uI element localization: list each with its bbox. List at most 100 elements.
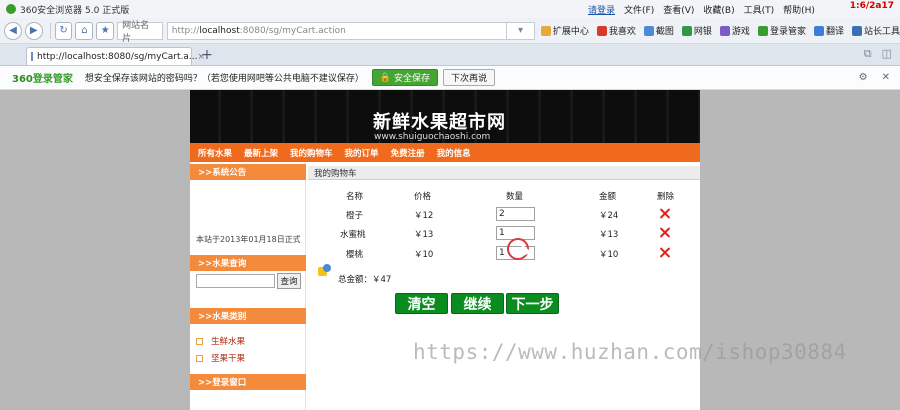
watermark: https://www.huzhan.com/ishop30884 <box>413 340 847 364</box>
row-amount: ￥13 <box>599 230 619 240</box>
checkbox-icon <box>196 337 203 345</box>
key-icon <box>757 25 768 36</box>
row-amount: ￥10 <box>599 250 619 260</box>
trash-icon[interactable]: ◫ <box>882 47 892 61</box>
password-save-bar: 360登录管家 想安全保存该网站的密码吗？（若您使用网吧等公共电脑不建议保存） … <box>0 66 900 90</box>
bank-icon <box>681 25 692 36</box>
delete-x-icon[interactable] <box>659 208 670 219</box>
webmaster-icon <box>851 25 862 36</box>
translate-icon <box>813 25 824 36</box>
cart-panel: 我的购物车 名称 价格 数量 金额 删除 橙子 ￥12 2 ￥24 水蜜桃 ￥1… <box>308 162 700 410</box>
save-later-button[interactable]: 下次再说 <box>442 69 495 86</box>
extension-icon <box>540 25 551 36</box>
clock-readout: 1:6/2a17 <box>849 1 894 11</box>
home-icon[interactable]: ⌂ <box>75 21 94 40</box>
site-nav: 所有水果 最新上架 我的购物车 我的订单 免费注册 我的信息 <box>190 143 700 162</box>
save-password-prompt: 想安全保存该网站的密码吗？（若您使用网吧等公共电脑不建议保存） <box>84 74 364 84</box>
toolbar-translate[interactable]: 翻译 <box>813 24 844 37</box>
address-bar[interactable]: http://localhost:8080/sg/myCart.action <box>166 21 508 40</box>
next-step-button[interactable]: 下一步 <box>506 293 559 314</box>
login-manager-brand: 360登录管家 <box>12 74 73 85</box>
toolbar-likes[interactable]: 我喜欢 <box>596 24 636 37</box>
menu-file[interactable]: 文件(F) <box>624 3 654 16</box>
category-item[interactable]: 坚果干果 <box>196 352 245 364</box>
menu-login-link[interactable]: 请登录 <box>588 3 615 16</box>
clear-cart-button[interactable]: 清空 <box>395 293 448 314</box>
back-arrow-icon[interactable]: ◀ <box>4 21 22 40</box>
tab-strip: http://localhost:8080/sg/myCart.a... × +… <box>0 44 900 66</box>
notice-heading: >>系统公告 <box>190 164 306 180</box>
restore-window-icon[interactable]: ⧉ <box>864 47 872 61</box>
qty-input[interactable]: 2 <box>496 207 535 221</box>
site-banner: 新鲜水果超市网 www.shuiguochaoshi.com <box>190 90 700 143</box>
row-price: ￥13 <box>414 230 434 240</box>
toolbar-games[interactable]: 游戏 <box>719 24 750 37</box>
toolbar-bank[interactable]: 网银 <box>681 24 712 37</box>
window-titlebar: 360安全浏览器 5.0 正式版 请登录 文件(F) 查看(V) 收藏(B) 工… <box>0 0 900 18</box>
tab-title: http://localhost:8080/sg/myCart.a... <box>37 51 198 62</box>
dropdown-arrow-icon[interactable]: ▾ <box>507 21 535 40</box>
tab-mycart[interactable]: http://localhost:8080/sg/myCart.a... × <box>26 47 205 65</box>
gear-icon[interactable]: ⚙ <box>859 72 868 83</box>
save-password-button[interactable]: 🔒 安全保存 <box>371 69 438 86</box>
nav-new-arrivals[interactable]: 最新上架 <box>244 147 278 159</box>
col-qty: 数量 <box>506 192 524 202</box>
divider <box>49 22 51 39</box>
cart-total: 总金额：￥47 <box>338 275 392 285</box>
url-path: :8080/sg/myCart.action <box>239 25 346 36</box>
menu-favorites[interactable]: 收藏(B) <box>703 3 734 16</box>
star-icon[interactable]: ★ <box>96 21 115 40</box>
page-favicon-icon <box>31 52 33 61</box>
url-host: localhost <box>199 25 240 36</box>
toolbar-webmaster[interactable]: 站长工具 <box>851 24 900 37</box>
nav-my-cart[interactable]: 我的购物车 <box>290 147 333 159</box>
category-item[interactable]: 生鲜水果 <box>196 335 245 347</box>
new-tab-plus-icon[interactable]: + <box>198 47 216 63</box>
fruit-search-input[interactable] <box>196 274 275 288</box>
col-name: 名称 <box>346 192 364 202</box>
row-price: ￥12 <box>414 211 434 221</box>
toolbar-extensions[interactable]: 扩展中心 <box>540 24 589 37</box>
row-name: 樱桃 <box>346 250 364 260</box>
delete-x-icon[interactable] <box>659 227 670 238</box>
row-name: 水蜜桃 <box>340 230 366 240</box>
close-icon[interactable]: ✕ <box>882 72 890 83</box>
search-heading: >>水果查询 <box>190 255 306 271</box>
search-button[interactable]: 查询 <box>277 273 301 289</box>
nav-my-info[interactable]: 我的信息 <box>437 147 471 159</box>
row-price: ￥10 <box>414 250 434 260</box>
col-amount: 金额 <box>599 192 617 202</box>
login-heading: >>登录窗口 <box>190 374 306 390</box>
cart-total-icon <box>318 264 332 278</box>
refresh-icon[interactable]: ↻ <box>54 21 73 40</box>
url-prefix: http:// <box>171 25 200 36</box>
window-title: 360安全浏览器 5.0 正式版 <box>20 5 130 16</box>
cart-title: 我的购物车 <box>308 166 700 180</box>
checkbox-icon <box>196 354 203 362</box>
continue-shopping-button[interactable]: 继续 <box>451 293 504 314</box>
nav-register[interactable]: 免费注册 <box>391 147 425 159</box>
toolbar-login-manager[interactable]: 登录管家 <box>757 24 806 37</box>
scissors-icon <box>643 25 654 36</box>
row-name: 橙子 <box>346 211 364 221</box>
site-subtitle: www.shuiguochaoshi.com <box>374 132 491 142</box>
forward-arrow-icon[interactable]: ▶ <box>24 21 43 40</box>
browser-logo-icon <box>6 4 16 14</box>
toolbar-screenshot[interactable]: 截图 <box>643 24 674 37</box>
game-icon <box>719 25 730 36</box>
browser-menubar: 请登录 文件(F) 查看(V) 收藏(B) 工具(T) 帮助(H) <box>588 0 815 18</box>
site-title: 新鲜水果超市网 <box>373 112 506 133</box>
col-price: 价格 <box>414 192 432 202</box>
menu-help[interactable]: 帮助(H) <box>783 3 815 16</box>
browser-navbar: ◀ ▶ ↻ ⌂ ★ 网站名片 http://localhost:8080/sg/… <box>0 18 900 44</box>
category-heading: >>水果类别 <box>190 308 306 324</box>
tab-tools: ⧉ ◫ <box>864 47 892 61</box>
nav-all-fruits[interactable]: 所有水果 <box>198 147 232 159</box>
browser-toolbar: 扩展中心 我喜欢 截图 网银 游戏 登录管家 翻译 站长工具 <box>540 24 900 37</box>
row-amount: ￥24 <box>599 211 619 221</box>
site-card-button[interactable]: 网站名片 <box>117 21 163 44</box>
delete-x-icon[interactable] <box>659 247 670 258</box>
menu-view[interactable]: 查看(V) <box>663 3 694 16</box>
menu-tools[interactable]: 工具(T) <box>744 3 775 16</box>
nav-my-orders[interactable]: 我的订单 <box>345 147 379 159</box>
